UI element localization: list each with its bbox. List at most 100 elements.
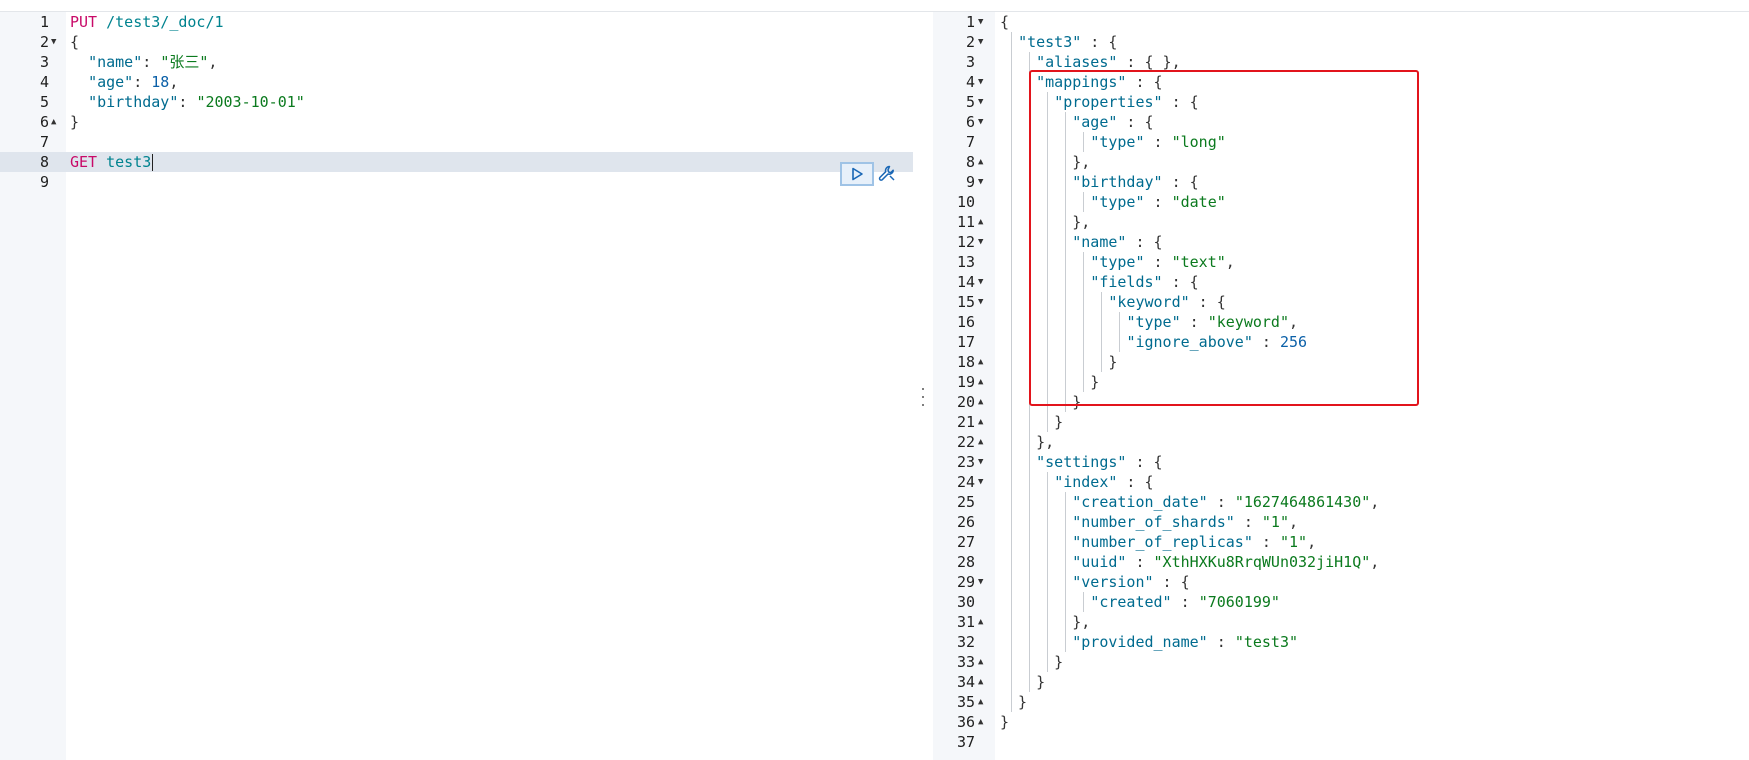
- token: :: [1144, 133, 1172, 151]
- fold-open-icon[interactable]: ▼: [978, 452, 983, 472]
- fold-open-icon[interactable]: ▼: [51, 32, 56, 52]
- token: "1": [1261, 513, 1289, 531]
- request-line[interactable]: 2 ▼ {: [0, 32, 913, 52]
- line-number: 6: [39, 113, 49, 131]
- fold-close-icon[interactable]: ▲: [978, 612, 983, 632]
- code-text: }: [1000, 412, 1063, 432]
- code-text: {: [1000, 12, 1009, 32]
- line-number: 31: [956, 613, 975, 631]
- line-number: 2: [965, 33, 975, 51]
- fold-close-icon[interactable]: ▲: [978, 672, 983, 692]
- fold-open-icon[interactable]: ▼: [978, 92, 983, 112]
- fold-close-icon[interactable]: ▲: [978, 432, 983, 452]
- line-number: 3: [39, 53, 49, 71]
- token: "1": [1279, 533, 1308, 551]
- fold-open-icon[interactable]: ▼: [978, 112, 983, 132]
- request-line[interactable]: 1 PUT /test3/_doc/1: [0, 12, 913, 32]
- fold-close-icon[interactable]: ▲: [978, 152, 983, 172]
- response-line: 3 "aliases" : { },: [933, 52, 1749, 72]
- token: ,: [208, 53, 218, 71]
- token: : {: [1126, 73, 1163, 91]
- response-line: 36 ▲}: [933, 712, 1749, 732]
- fold-open-icon[interactable]: ▼: [978, 32, 983, 52]
- fold-close-icon[interactable]: ▲: [978, 352, 983, 372]
- token: "keyword": [1108, 293, 1190, 311]
- response-line: 35 ▲ }: [933, 692, 1749, 712]
- line-number: 19: [956, 373, 975, 391]
- code-text: "keyword" : {: [1000, 292, 1225, 312]
- line-number: 4: [965, 73, 975, 91]
- token: : {: [1153, 573, 1190, 591]
- fold-close-icon[interactable]: ▲: [978, 392, 983, 412]
- request-options-button[interactable]: [874, 162, 900, 186]
- fold-open-icon[interactable]: ▼: [978, 232, 983, 252]
- line-number: 5: [39, 93, 49, 111]
- request-line[interactable]: 3 "name": "张三",: [0, 52, 913, 72]
- response-viewer[interactable]: 1 ▼{2 ▼ "test3" : {3 "aliases" : { }, 4 ▼ "m…: [933, 12, 1749, 760]
- token: GET: [70, 153, 107, 171]
- response-line: 22 ▲ },: [933, 432, 1749, 452]
- line-number: 26: [956, 513, 975, 531]
- request-line[interactable]: 5 "birthday": "2003-10-01": [0, 92, 913, 112]
- fold-close-icon[interactable]: ▲: [978, 412, 983, 432]
- token: : {: [1162, 273, 1199, 291]
- request-line[interactable]: 7: [0, 132, 913, 152]
- line-number: 7: [39, 133, 49, 151]
- line-number: 9: [965, 173, 975, 191]
- request-line[interactable]: 4 "age": 18,: [0, 72, 913, 92]
- code-text: "ignore_above" : 256: [1000, 332, 1307, 352]
- fold-open-icon[interactable]: ▼: [978, 172, 983, 192]
- request-line[interactable]: 8 GET test3: [0, 152, 913, 172]
- line-number: 1: [39, 13, 49, 31]
- line-number: 5: [965, 93, 975, 111]
- fold-close-icon[interactable]: ▲: [978, 212, 983, 232]
- run-request-button[interactable]: [840, 162, 874, 186]
- line-number: 33: [956, 653, 975, 671]
- fold-close-icon[interactable]: ▲: [51, 112, 56, 132]
- response-line: 30 "created" : "7060199": [933, 592, 1749, 612]
- token: : {: [1117, 473, 1154, 491]
- token: }: [1000, 353, 1118, 371]
- request-line[interactable]: 6 ▲}: [0, 112, 913, 132]
- request-line[interactable]: 9: [0, 172, 913, 192]
- token: }: [1000, 713, 1010, 731]
- response-line: 9 ▼ "birthday" : {: [933, 172, 1749, 192]
- fold-close-icon[interactable]: ▲: [978, 692, 983, 712]
- token: "7060199": [1198, 593, 1280, 611]
- token: 256: [1279, 333, 1308, 351]
- token: "long": [1171, 133, 1226, 151]
- response-line: 34 ▲ }: [933, 672, 1749, 692]
- response-line: 12 ▼ "name" : {: [933, 232, 1749, 252]
- token: :: [1144, 193, 1172, 211]
- fold-close-icon[interactable]: ▲: [978, 652, 983, 672]
- line-number: 30: [956, 593, 975, 611]
- fold-close-icon[interactable]: ▲: [978, 372, 983, 392]
- fold-open-icon[interactable]: ▼: [978, 472, 983, 492]
- response-line: 31 ▲ },: [933, 612, 1749, 632]
- token: /test3/_doc/1: [106, 13, 224, 31]
- fold-open-icon[interactable]: ▼: [978, 292, 983, 312]
- token: ,: [1370, 553, 1380, 571]
- response-line: 29 ▼ "version" : {: [933, 572, 1749, 592]
- fold-open-icon[interactable]: ▼: [978, 12, 983, 32]
- code-text: "created" : "7060199": [1000, 592, 1280, 612]
- token: "type": [1090, 253, 1145, 271]
- fold-open-icon[interactable]: ▼: [978, 72, 983, 92]
- resize-handle-icon[interactable]: [921, 388, 925, 406]
- token: :: [1252, 333, 1280, 351]
- fold-close-icon[interactable]: ▲: [978, 712, 983, 732]
- code-text: }: [1000, 712, 1009, 732]
- request-lines[interactable]: 1 PUT /test3/_doc/1 2 ▼{3 "name": "张三", 4 "a…: [0, 12, 913, 192]
- fold-open-icon[interactable]: ▼: [978, 272, 983, 292]
- code-text: PUT /test3/_doc/1: [70, 12, 224, 32]
- response-line: 7 "type" : "long": [933, 132, 1749, 152]
- token: "XthHXKu8RrqWUn032jiH1Q": [1153, 553, 1371, 571]
- pane-resizer[interactable]: [913, 12, 933, 760]
- line-number: 10: [956, 193, 975, 211]
- request-editor[interactable]: 1 PUT /test3/_doc/1 2 ▼{3 "name": "张三", 4 "a…: [0, 12, 913, 760]
- fold-open-icon[interactable]: ▼: [978, 572, 983, 592]
